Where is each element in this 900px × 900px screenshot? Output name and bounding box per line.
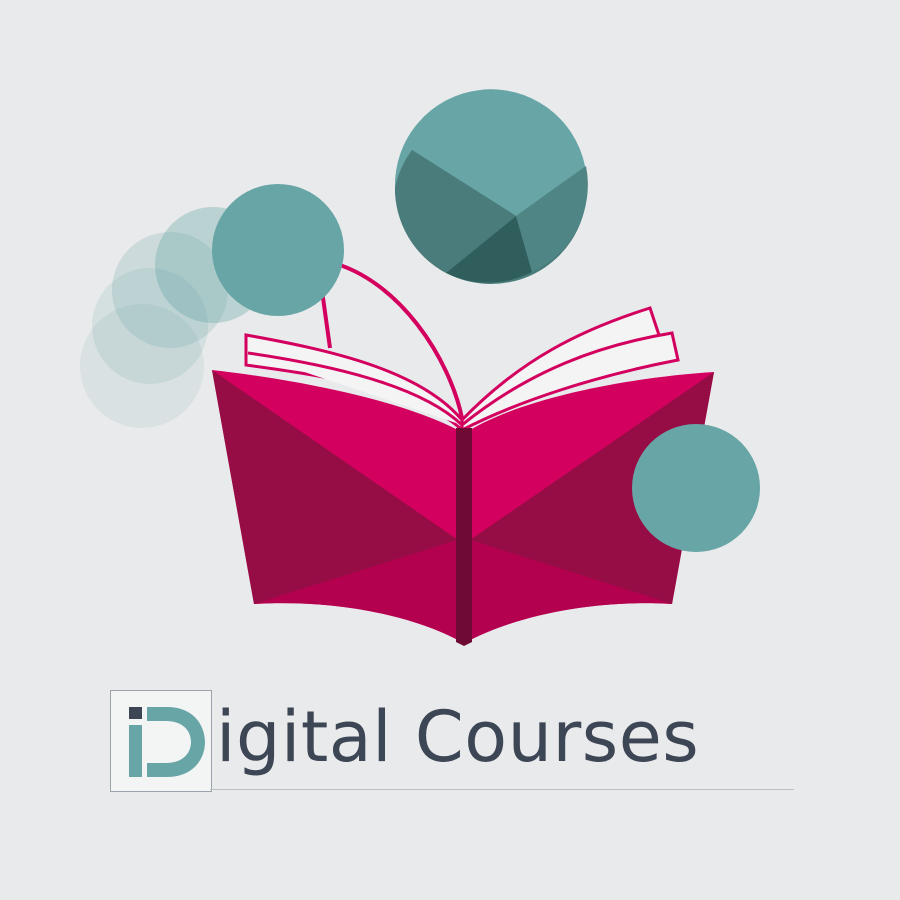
brand-lockup: igital Courses — [110, 688, 699, 792]
id-monogram — [129, 707, 205, 777]
brand-underline — [210, 789, 794, 790]
logo-canvas: igital Courses — [0, 0, 900, 900]
faceted-globe — [394, 89, 588, 284]
brand-mark-icon — [110, 690, 212, 792]
brand-text: igital Courses — [216, 696, 700, 778]
teal-circle-right — [632, 424, 760, 552]
teal-circle-main — [212, 184, 344, 316]
